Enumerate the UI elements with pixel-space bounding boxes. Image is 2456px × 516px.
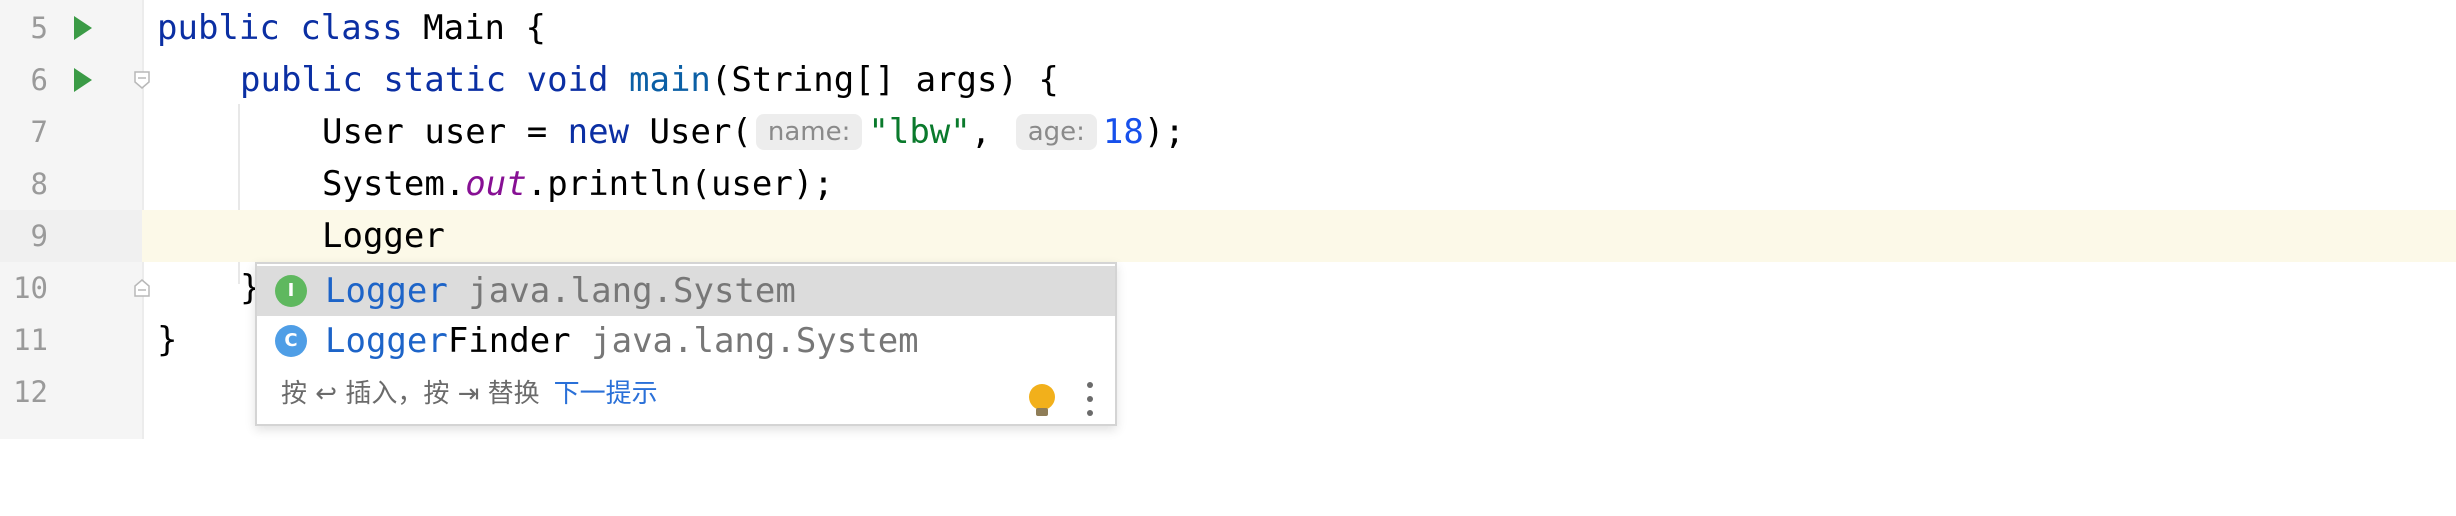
param-hint: age: [1015,114,1097,150]
line-number: 10 [13,271,48,305]
code-text[interactable]: public static void main(String[] args) { [240,54,1059,106]
code-text[interactable]: public class Main { [157,2,546,54]
completion-item-text: LoggerFinder java.lang.System [325,321,919,361]
interface-icon: I [275,275,307,307]
code-text[interactable]: Logger [322,210,445,262]
line-number: 11 [13,323,48,357]
code-line-9[interactable]: 9 Logger [0,210,2456,262]
completion-popup[interactable]: I Logger java.lang.System C LoggerFinder… [255,262,1117,426]
line-number: 5 [30,11,48,45]
line-number: 9 [30,219,48,253]
line-number: 8 [30,167,48,201]
code-line-8[interactable]: 8 System.out.println(user); [0,158,2456,210]
lightbulb-icon[interactable] [1029,384,1055,416]
param-hint: name: [755,114,863,150]
code-text[interactable]: User user = new User(name: "lbw", age: 18)… [322,106,1185,158]
fold-icon[interactable] [132,70,152,90]
code-line-6[interactable]: 6 public static void main(String[] args)… [0,54,2456,106]
completion-item-loggerfinder[interactable]: C LoggerFinder java.lang.System [257,316,1115,366]
code-text[interactable]: System.out.println(user); [322,158,834,210]
completion-item-logger[interactable]: I Logger java.lang.System [257,266,1115,316]
next-tip-link[interactable]: 下一提示 [554,379,658,409]
line-number: 12 [13,375,48,409]
completion-footer: 按 ↩ 插入，按 ⇥ 替换 下一提示 [257,364,1115,424]
footer-hint: 按 ↩ 插入，按 ⇥ 替换 [281,379,540,409]
code-text[interactable]: } [157,314,177,366]
fold-icon[interactable] [132,278,152,298]
class-icon: C [275,325,307,357]
code-line-5[interactable]: 5 public class Main { [0,2,2456,54]
code-line-7[interactable]: 7 User user = new User(name: "lbw", age: 1… [0,106,2456,158]
more-options-icon[interactable] [1087,382,1093,416]
run-icon[interactable] [74,68,92,92]
run-icon[interactable] [74,16,92,40]
line-number: 6 [30,63,48,97]
line-number: 7 [30,115,48,149]
completion-item-text: Logger java.lang.System [325,271,796,311]
